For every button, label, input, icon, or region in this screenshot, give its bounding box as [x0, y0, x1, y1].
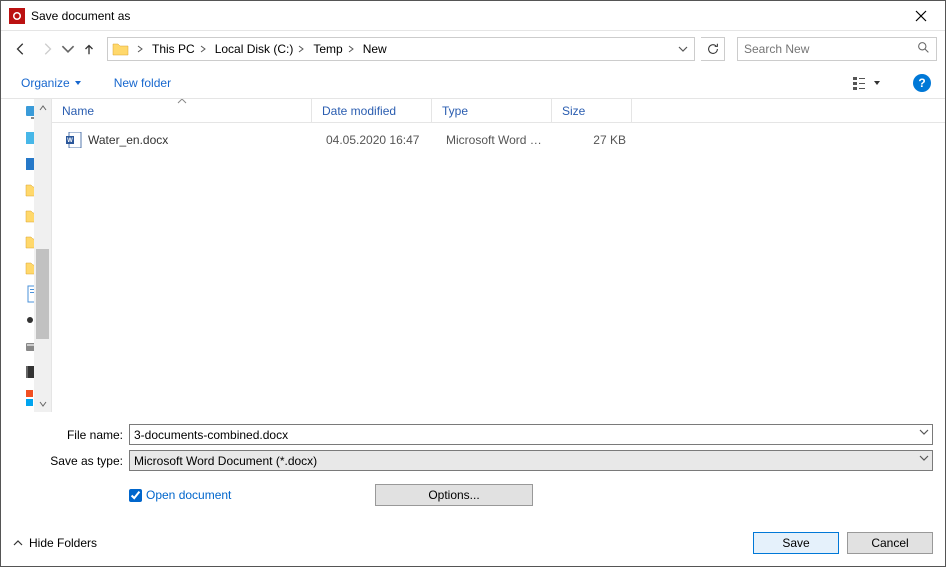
file-type: Microsoft Word D...	[436, 133, 556, 147]
search-input[interactable]	[744, 42, 917, 56]
recent-locations-button[interactable]	[61, 37, 75, 61]
breadcrumb-local-disk[interactable]: Local Disk (C:)	[209, 38, 308, 60]
filename-input[interactable]	[134, 428, 928, 442]
savetype-value: Microsoft Word Document (*.docx)	[134, 454, 317, 468]
save-button[interactable]: Save	[753, 532, 839, 554]
file-row[interactable]: W Water_en.docx 04.05.2020 16:47 Microso…	[52, 129, 945, 151]
column-name[interactable]: Name	[52, 99, 312, 122]
search-icon	[917, 41, 930, 57]
nav-scroll-down[interactable]	[34, 395, 51, 412]
close-button[interactable]	[898, 1, 943, 31]
docx-file-icon: W	[66, 132, 82, 148]
forward-button[interactable]	[35, 37, 59, 61]
save-form: File name: Save as type: Microsoft Word …	[1, 412, 945, 518]
filename-combo[interactable]	[129, 424, 933, 445]
savetype-combo[interactable]: Microsoft Word Document (*.docx)	[129, 450, 933, 471]
new-folder-button[interactable]: New folder	[108, 73, 177, 93]
chevron-down-icon	[873, 79, 881, 87]
breadcrumb-dropdown[interactable]	[134, 38, 146, 60]
open-document-checkbox[interactable]: Open document	[129, 488, 231, 502]
column-type[interactable]: Type	[432, 99, 552, 122]
file-name: Water_en.docx	[88, 133, 168, 147]
cancel-button[interactable]: Cancel	[847, 532, 933, 554]
breadcrumb-temp[interactable]: Temp	[307, 38, 356, 60]
help-button[interactable]: ?	[913, 74, 931, 92]
sort-asc-icon	[177, 99, 187, 104]
nav-scrollbar-thumb[interactable]	[36, 249, 49, 339]
chevron-up-icon	[13, 538, 23, 548]
dialog-footer: Hide Folders Save Cancel	[1, 518, 945, 566]
back-button[interactable]	[9, 37, 33, 61]
hide-folders-button[interactable]: Hide Folders	[13, 536, 97, 550]
up-button[interactable]	[77, 37, 101, 61]
address-dropdown[interactable]	[674, 44, 692, 54]
organize-button[interactable]: Organize	[15, 73, 88, 93]
search-box[interactable]	[737, 37, 937, 61]
toolbar: Organize New folder ?	[1, 67, 945, 99]
folder-icon	[112, 40, 130, 58]
window-title: Save document as	[31, 9, 130, 23]
breadcrumb-this-pc[interactable]: This PC	[146, 38, 209, 60]
savetype-label: Save as type:	[13, 454, 129, 468]
chevron-down-icon	[74, 79, 82, 87]
column-headers: Name Date modified Type Size	[52, 99, 945, 123]
file-list[interactable]: W Water_en.docx 04.05.2020 16:47 Microso…	[52, 123, 945, 412]
nav-scroll-up[interactable]	[34, 99, 51, 116]
navigation-pane[interactable]	[1, 99, 51, 412]
svg-text:W: W	[67, 138, 73, 144]
options-button[interactable]: Options...	[375, 484, 533, 506]
file-list-pane: Name Date modified Type Size W Water_en.…	[51, 99, 945, 412]
title-bar: Save document as	[1, 1, 945, 31]
breadcrumb-new[interactable]: New	[357, 38, 393, 60]
chevron-down-icon[interactable]	[919, 427, 929, 437]
view-options-button[interactable]	[849, 74, 885, 92]
file-date: 04.05.2020 16:47	[316, 133, 436, 147]
refresh-button[interactable]	[701, 37, 725, 61]
column-date[interactable]: Date modified	[312, 99, 432, 122]
filename-label: File name:	[13, 428, 129, 442]
open-document-check[interactable]	[129, 489, 142, 502]
address-bar[interactable]: This PC Local Disk (C:) Temp New	[107, 37, 695, 61]
column-size[interactable]: Size	[552, 99, 632, 122]
app-icon	[9, 8, 25, 24]
chevron-down-icon[interactable]	[919, 453, 929, 463]
file-size: 27 KB	[556, 133, 636, 147]
navigation-bar: This PC Local Disk (C:) Temp New	[1, 31, 945, 67]
